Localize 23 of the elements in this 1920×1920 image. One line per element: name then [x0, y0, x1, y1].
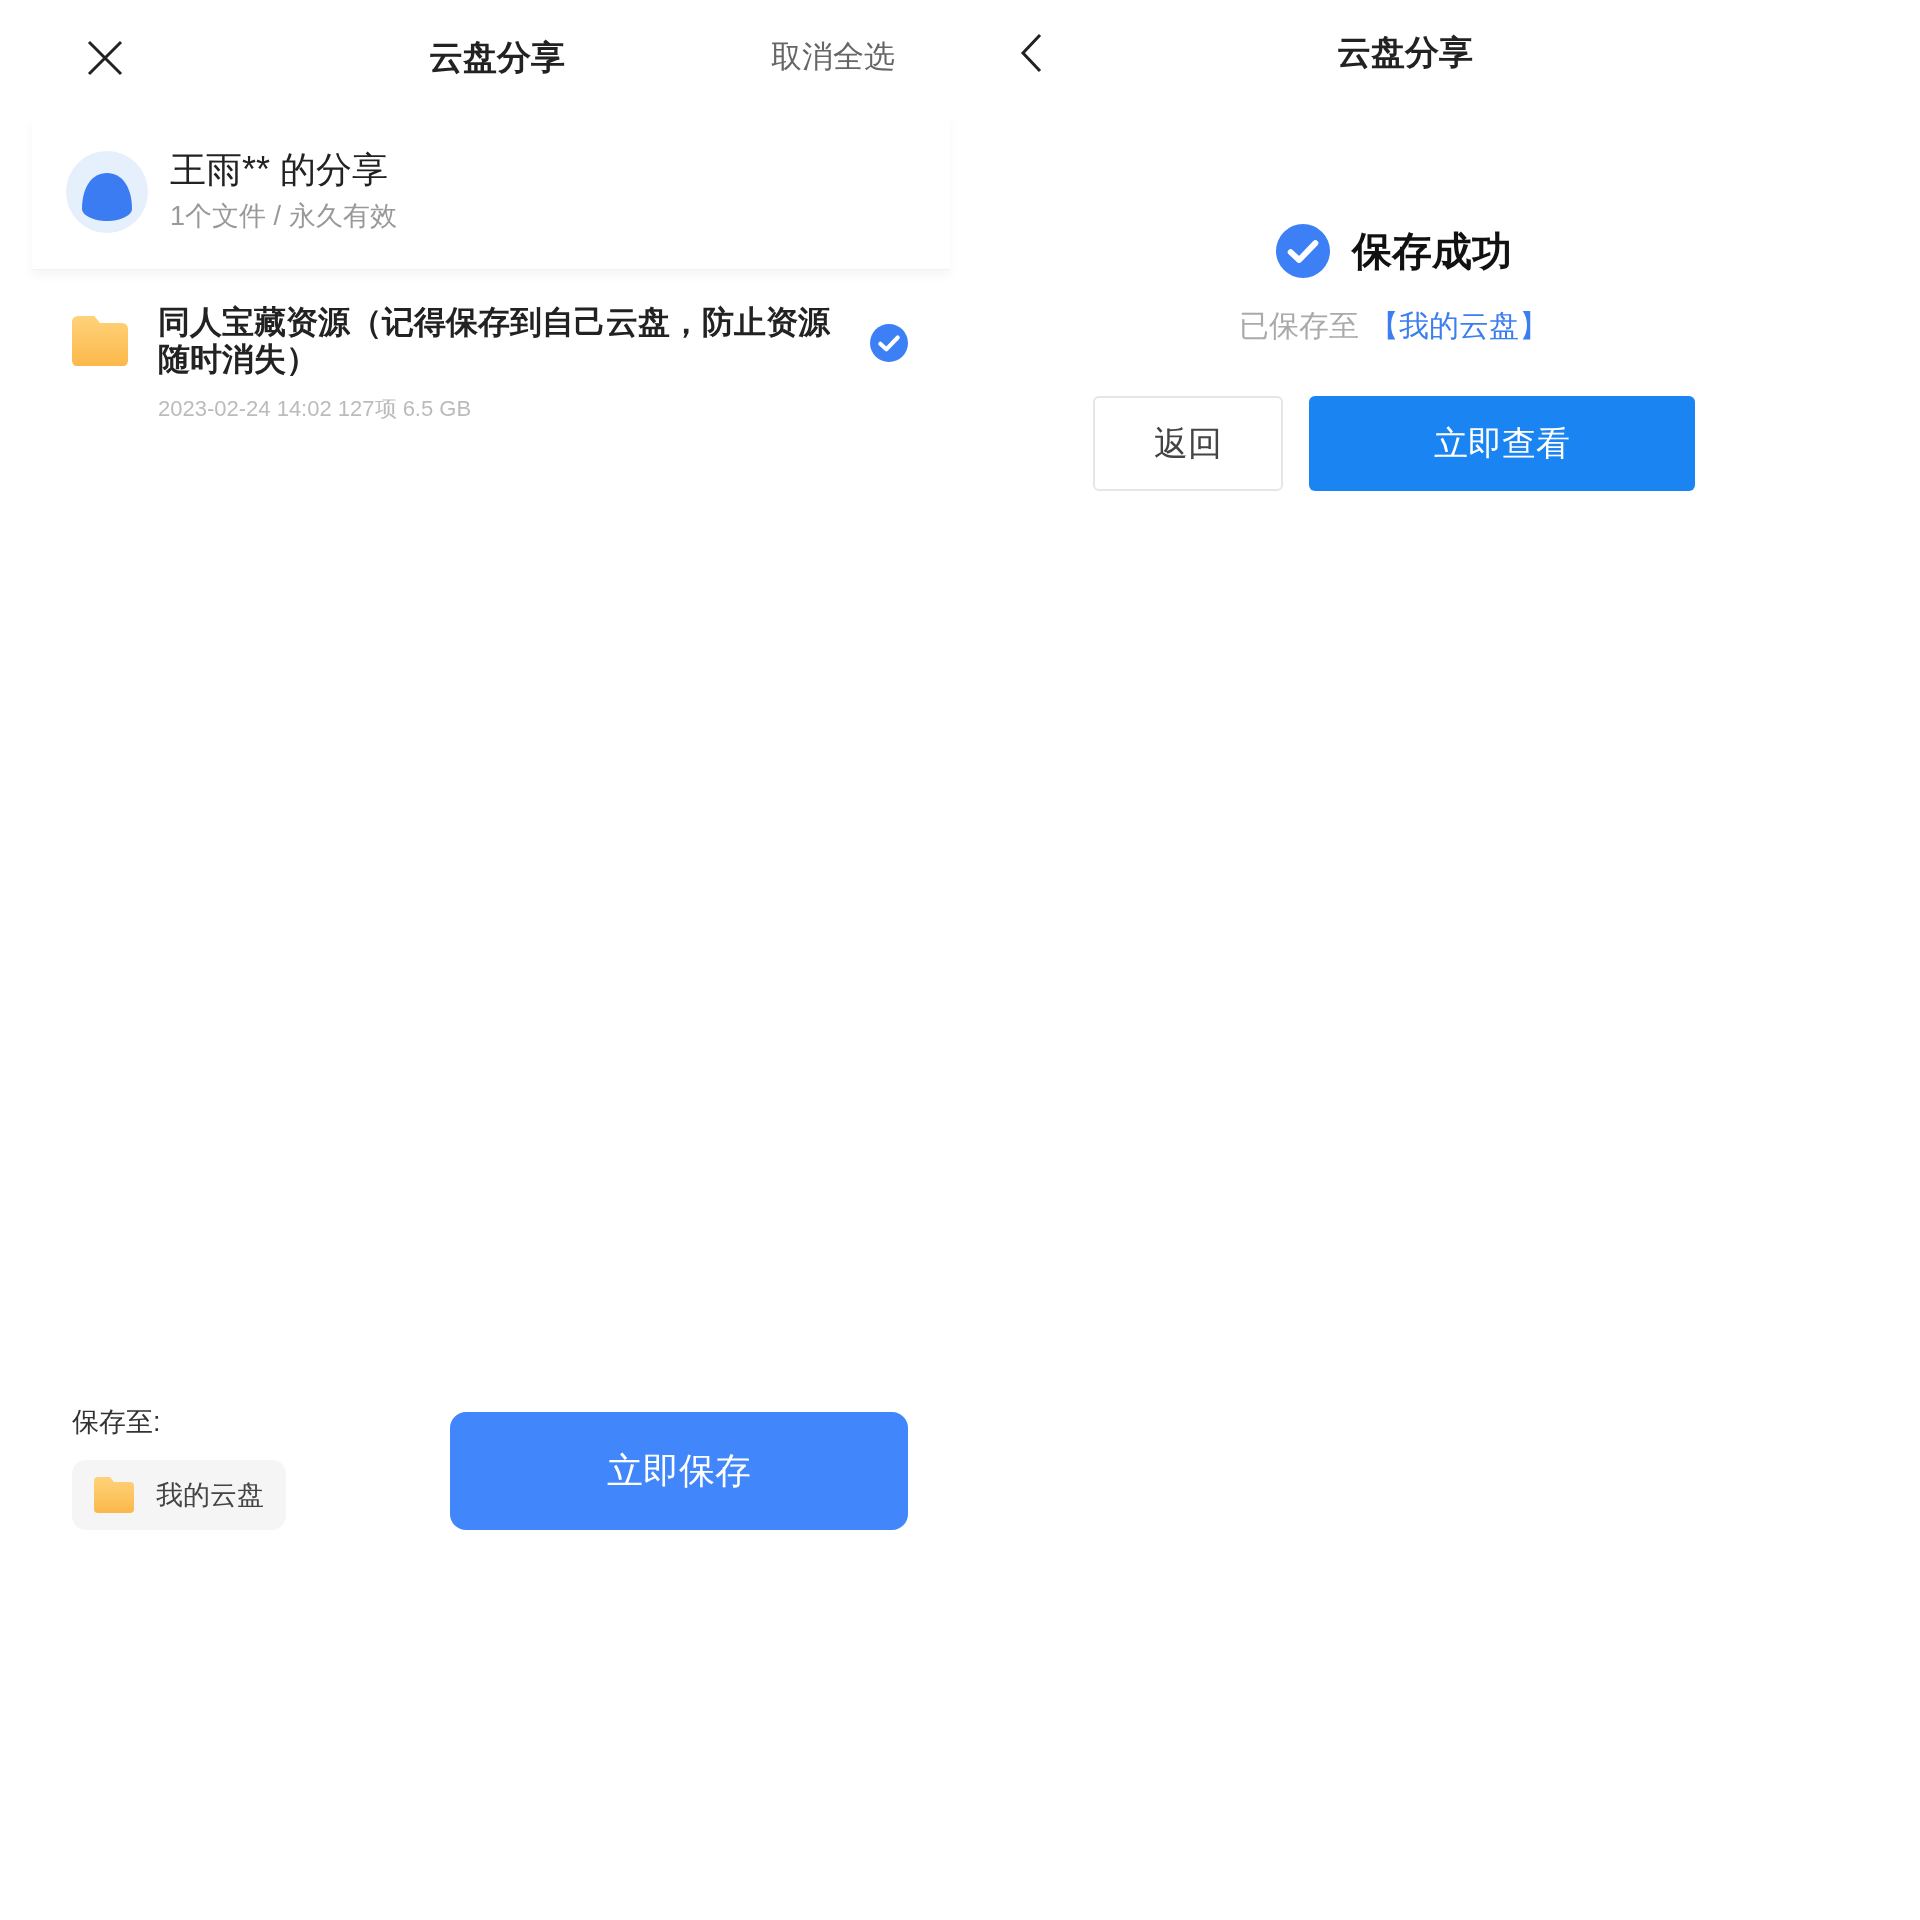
close-icon[interactable] — [87, 39, 123, 76]
screen-title: 云盘分享 — [1337, 32, 1473, 73]
folder-name: 我的云盘 — [156, 1478, 264, 1512]
screen-title: 云盘分享 — [429, 37, 565, 78]
file-name[interactable]: 同人宝藏资源（记得保存到自己云盘，防止资源随时消失） — [158, 304, 840, 378]
back-icon[interactable] — [1020, 32, 1042, 73]
folder-icon — [72, 316, 128, 367]
folder-icon — [94, 1477, 134, 1513]
folder-chip[interactable]: 我的云盘 — [72, 1460, 286, 1530]
back-button[interactable]: 返回 — [1093, 396, 1283, 491]
save-now-button[interactable]: 立即保存 — [450, 1411, 908, 1530]
save-to-label: 保存至: — [72, 1405, 162, 1439]
deselect-all-button[interactable]: 取消全选 — [771, 34, 895, 81]
file-meta: 2023-02-24 14:02 127项 6.5 GB — [158, 395, 473, 423]
saved-to-text: 已保存至 — [1239, 308, 1359, 344]
avatar-icon — [66, 151, 148, 233]
share-summary: 1个文件 / 永久有效 — [170, 199, 397, 233]
my-cloud-link[interactable]: 【我的云盘】 — [1369, 303, 1549, 348]
success-message: 保存成功 — [1352, 228, 1512, 275]
check-circle-icon — [1276, 224, 1330, 278]
view-now-button[interactable]: 立即查看 — [1309, 396, 1695, 491]
checkbox[interactable] — [870, 324, 908, 362]
sharer-name: 王雨** 的分享 — [170, 147, 390, 192]
